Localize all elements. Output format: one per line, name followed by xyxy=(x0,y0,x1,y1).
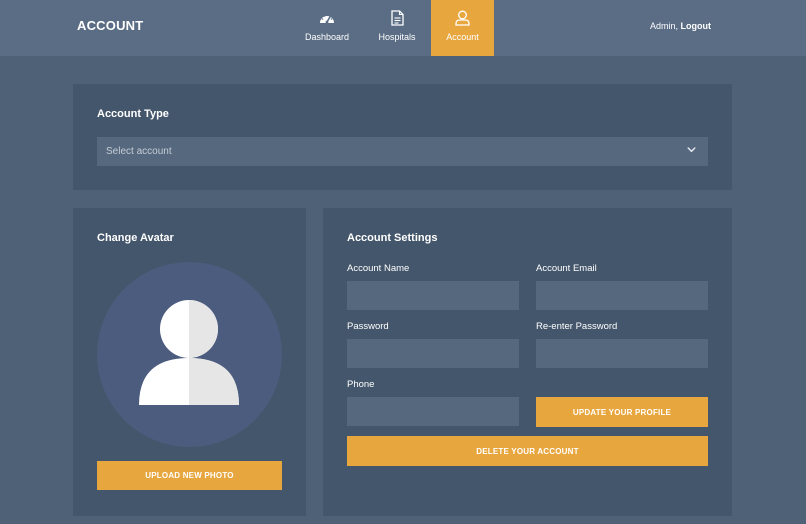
avatar xyxy=(97,262,282,447)
user-silhouette-icon xyxy=(139,300,239,405)
user-menu: Admin, Logout xyxy=(650,21,711,31)
account-name-field[interactable] xyxy=(347,281,519,310)
document-icon xyxy=(390,9,404,27)
page-title: ACCOUNT xyxy=(77,18,144,33)
update-profile-button[interactable]: UPDATE YOUR PROFILE xyxy=(536,397,708,427)
nav-account[interactable]: Account xyxy=(431,0,494,56)
select-placeholder: Select account xyxy=(106,146,172,157)
account-name-label: Account Name xyxy=(347,263,410,274)
change-avatar-title: Change Avatar xyxy=(97,232,174,244)
account-type-panel: Account Type Select account xyxy=(73,84,732,190)
chevron-down-icon xyxy=(687,146,696,157)
account-type-title: Account Type xyxy=(97,108,169,120)
account-settings-title: Account Settings xyxy=(347,232,438,244)
nav-dashboard-label: Dashboard xyxy=(304,32,350,42)
nav-hospitals-label: Hospitals xyxy=(378,32,416,42)
phone-label: Phone xyxy=(347,379,375,390)
nav-hospitals[interactable]: Hospitals xyxy=(372,0,422,56)
logout-link[interactable]: Logout xyxy=(681,21,712,31)
account-email-label: Account Email xyxy=(536,263,597,274)
reenter-password-field[interactable] xyxy=(536,339,708,368)
account-settings-panel: Account Settings Account Name Account Em… xyxy=(323,208,732,516)
password-field[interactable] xyxy=(347,339,519,368)
nav-account-label: Account xyxy=(446,32,479,42)
nav-dashboard[interactable]: Dashboard xyxy=(300,0,354,56)
dashboard-gauge-icon xyxy=(318,9,336,27)
account-email-field[interactable] xyxy=(536,281,708,310)
delete-account-button[interactable]: DELETE YOUR ACCOUNT xyxy=(347,436,708,466)
account-type-select[interactable]: Select account xyxy=(97,137,708,166)
user-name: Admin, xyxy=(649,21,678,31)
user-icon xyxy=(455,9,470,27)
upload-photo-button[interactable]: UPLOAD NEW PHOTO xyxy=(97,461,282,490)
phone-field[interactable] xyxy=(347,397,519,426)
password-label: Password xyxy=(347,321,389,332)
change-avatar-panel: Change Avatar UPLOAD NEW PHOTO xyxy=(73,208,306,516)
reenter-password-label: Re-enter Password xyxy=(536,321,618,332)
top-navigation-bar: ACCOUNT Dashboard Hospitals Account Admi… xyxy=(0,0,806,56)
